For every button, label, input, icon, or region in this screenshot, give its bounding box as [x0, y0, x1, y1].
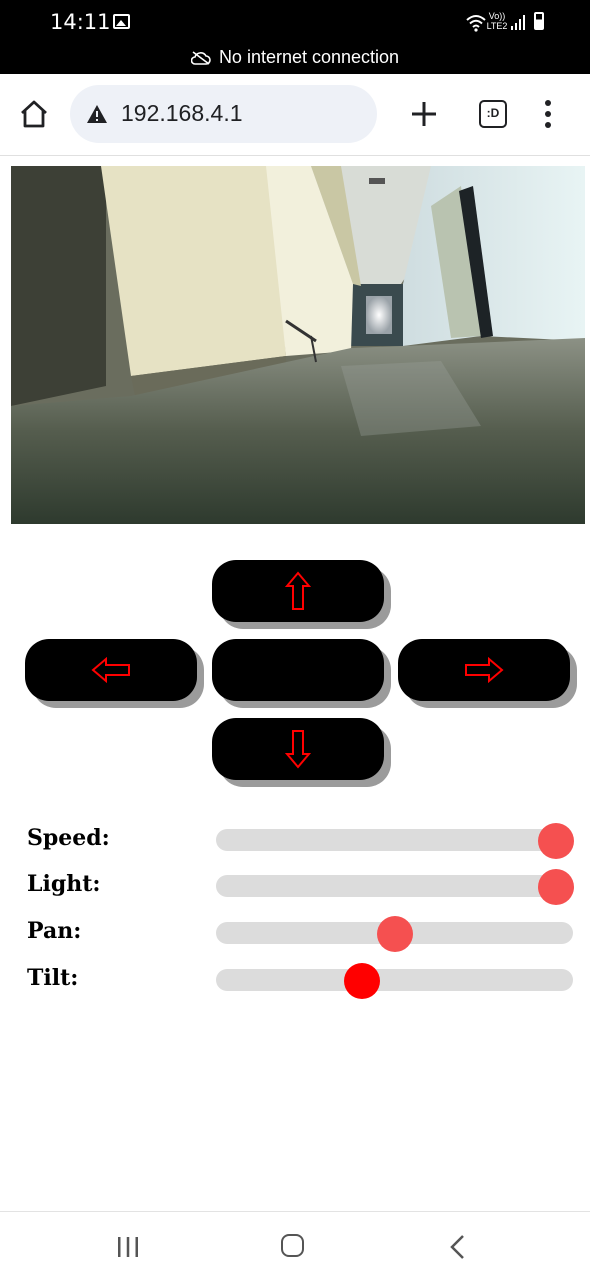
- light-label: Light:: [27, 871, 101, 897]
- arrow-up-icon: [285, 571, 311, 610]
- gallery-icon: [113, 14, 130, 29]
- light-slider[interactable]: [216, 869, 574, 905]
- url-text[interactable]: 192.168.4.1: [121, 100, 243, 127]
- connectivity-notice-text: No internet connection: [218, 47, 400, 67]
- backward-button[interactable]: [212, 718, 384, 780]
- arrow-left-icon: [91, 657, 130, 683]
- signal-icon: [511, 15, 525, 30]
- tilt-label: Tilt:: [27, 965, 79, 991]
- speed-slider-thumb[interactable]: [538, 823, 574, 859]
- plus-icon[interactable]: [408, 98, 440, 130]
- network-type-label: Vo)) LTE2: [486, 11, 508, 31]
- cloud-off-icon: [190, 51, 211, 65]
- tilt-slider[interactable]: [216, 963, 573, 999]
- tilt-slider-row: Tilt:: [0, 959, 590, 999]
- browser-toolbar: 192.168.4.1 :D: [0, 74, 590, 156]
- stop-button[interactable]: [212, 639, 384, 701]
- connectivity-notice: No internet connection: [0, 47, 590, 68]
- arrow-right-icon: [465, 657, 504, 683]
- wifi-icon: [466, 15, 486, 32]
- battery-icon: [534, 12, 544, 30]
- tilt-slider-thumb[interactable]: [344, 963, 381, 999]
- speed-slider-row: Speed:: [0, 819, 590, 859]
- status-time: 14:11: [50, 10, 111, 34]
- recent-apps-icon[interactable]: [116, 1236, 140, 1258]
- pan-label: Pan:: [27, 918, 82, 944]
- camera-stream: [11, 166, 585, 524]
- pan-slider[interactable]: [216, 916, 573, 952]
- nav-back-icon[interactable]: [448, 1234, 468, 1260]
- pan-slider-row: Pan:: [0, 912, 590, 952]
- status-icons: Vo)) LTE2: [466, 11, 546, 34]
- tab-switcher-button[interactable]: :D: [479, 100, 507, 128]
- light-slider-row: Light:: [0, 865, 590, 905]
- arrow-down-icon: [285, 730, 311, 769]
- speed-label: Speed:: [27, 825, 110, 851]
- warning-icon[interactable]: [86, 104, 108, 124]
- nav-home-icon[interactable]: [281, 1234, 304, 1257]
- speed-slider[interactable]: [216, 823, 574, 859]
- right-button[interactable]: [398, 639, 570, 701]
- left-button[interactable]: [25, 639, 197, 701]
- pan-slider-thumb[interactable]: [376, 916, 413, 952]
- navigation-bar: [0, 1211, 590, 1280]
- home-icon[interactable]: [18, 98, 50, 130]
- light-slider-thumb[interactable]: [538, 869, 574, 905]
- forward-button[interactable]: [212, 560, 384, 622]
- status-bar: 14:11 Vo)) LTE2 No internet connection: [0, 0, 590, 74]
- more-menu-icon[interactable]: [536, 98, 560, 130]
- address-bar[interactable]: 192.168.4.1: [70, 85, 377, 143]
